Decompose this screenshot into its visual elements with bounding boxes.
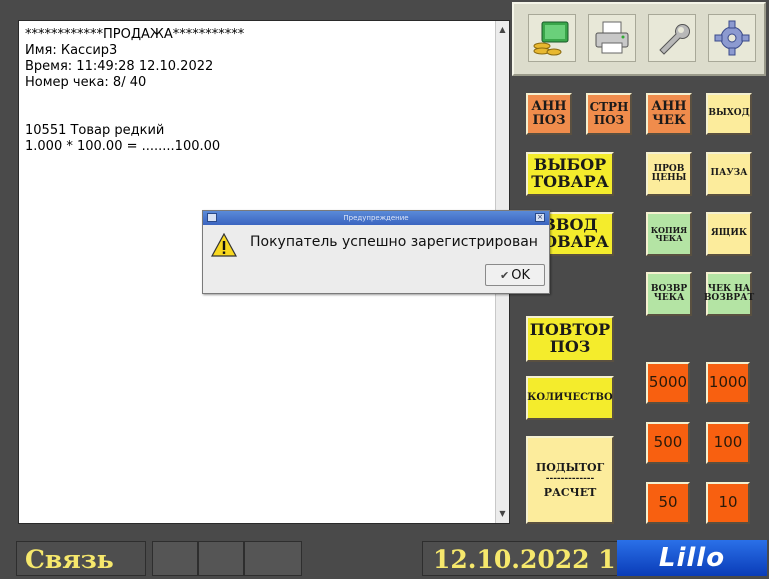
window-menu-icon[interactable] <box>207 213 217 222</box>
ann-pos-button[interactable]: АНН ПОЗ <box>526 93 572 135</box>
copy-check-button[interactable]: КОПИЯ ЧЕКА <box>646 212 692 256</box>
status-cell <box>244 541 302 576</box>
receipt-text: ************ПРОДАЖА*********** Имя: Касс… <box>25 27 245 154</box>
brand-logo: Lillo <box>617 540 767 576</box>
select-item-button[interactable]: ВЫБОР ТОВАРА <box>526 152 614 196</box>
cash-1000-button[interactable]: 1000 <box>706 362 750 404</box>
cash-10-button[interactable]: 10 <box>706 482 750 524</box>
gear-icon <box>714 20 750 56</box>
ok-label: OK <box>511 267 530 283</box>
money-icon <box>533 21 569 56</box>
warning-dialog: Предупреждение × Покупатель успешно заре… <box>202 210 550 294</box>
scroll-down-icon[interactable]: ▼ <box>496 507 509 521</box>
connection-status: Связь <box>16 541 146 576</box>
print-button[interactable] <box>588 14 636 62</box>
status-cell <box>198 541 244 576</box>
exit-button[interactable]: ВЫХОД <box>706 93 752 135</box>
printer-icon <box>595 21 629 54</box>
toolbar <box>512 2 766 76</box>
drawer-button[interactable]: ЯЩИК <box>706 212 752 256</box>
quantity-button[interactable]: КОЛИЧЕСТВО <box>526 376 614 420</box>
settings-wrench-button[interactable] <box>648 14 696 62</box>
wrench-icon <box>659 24 690 55</box>
money-button[interactable] <box>528 14 576 62</box>
subtotal-payment-button[interactable]: ПОДЫТОГ ------------- РАСЧЕТ <box>526 436 614 524</box>
pause-button[interactable]: ПАУЗА <box>706 152 752 196</box>
config-button[interactable] <box>708 14 756 62</box>
ann-check-button[interactable]: АНН ЧЕК <box>646 93 692 135</box>
cash-5000-button[interactable]: 5000 <box>646 362 690 404</box>
scroll-up-icon[interactable]: ▲ <box>496 23 509 37</box>
return-receipt-button[interactable]: ЧЕК НА ВОЗВРАТ <box>704 272 754 316</box>
strn-pos-button[interactable]: СТРН ПОЗ <box>586 93 632 135</box>
dialog-titlebar: Предупреждение × <box>203 211 549 225</box>
status-date: 12.10.2022 1 <box>422 541 622 576</box>
check-price-button[interactable]: ПРОВ ЦЕНЫ <box>646 152 692 196</box>
cash-50-button[interactable]: 50 <box>646 482 690 524</box>
warning-icon <box>211 233 237 257</box>
repeat-pos-button[interactable]: ПОВТОР ПОЗ <box>526 316 614 362</box>
cash-100-button[interactable]: 100 <box>706 422 750 464</box>
subtotal-label: ПОДЫТОГ <box>535 460 605 474</box>
return-check-button[interactable]: ВОЗВР ЧЕКА <box>646 272 692 316</box>
close-icon[interactable]: × <box>535 213 545 222</box>
check-icon: ✔ <box>500 268 510 282</box>
payment-label: РАСЧЕТ <box>543 485 597 499</box>
status-cell <box>152 541 198 576</box>
dialog-title: Предупреждение <box>343 214 409 222</box>
ok-button[interactable]: ✔ OK <box>485 264 545 286</box>
dialog-message: Покупатель успешно зарегистрирован <box>250 234 538 250</box>
cash-500-button[interactable]: 500 <box>646 422 690 464</box>
subtotal-separator: ------------- <box>545 474 595 485</box>
